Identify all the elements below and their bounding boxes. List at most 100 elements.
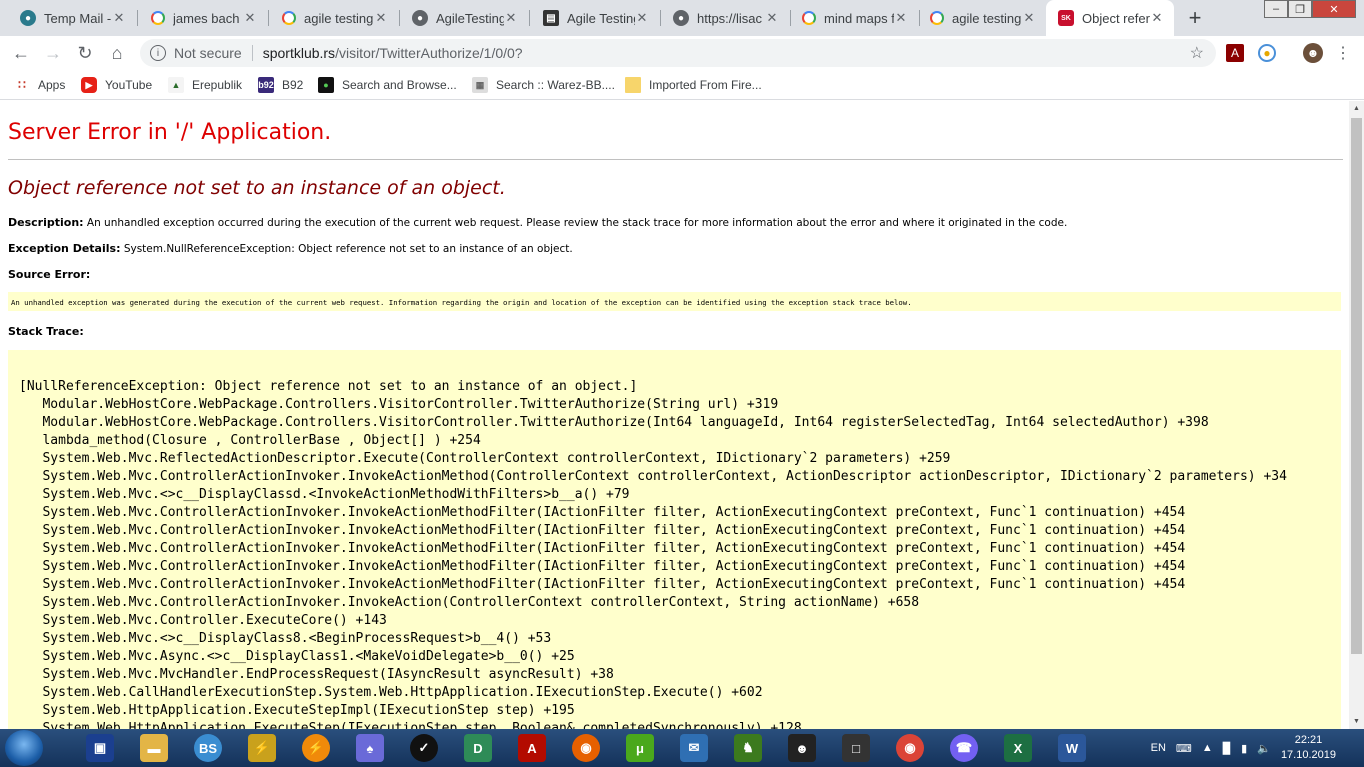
bookmark-youtube[interactable]: ▶ YouTube [81,76,152,94]
extension-icon[interactable]: ● [1258,44,1276,62]
chess-icon[interactable]: ♞ [729,732,767,764]
bookmark-b92[interactable]: b92 B92 [258,76,303,94]
tab-separator [529,10,530,26]
tab-close-icon[interactable]: ✕ [112,10,126,26]
address-bar[interactable]: i Not secure sportklub.rs/visitor/Twitte… [140,39,1216,67]
bookmark-label: Imported From Fire... [649,78,762,92]
stack-trace-line: System.Web.HttpApplication.ExecuteStep(I… [19,721,802,729]
utorrent-icon[interactable]: μ [621,732,659,764]
source-error-box: An unhandled exception was generated dur… [8,292,1341,311]
tab-close-icon[interactable]: ✕ [374,10,388,26]
bookmark-warez[interactable]: ▦ Search :: Warez-BB.... [472,76,615,94]
google-icon [282,11,296,25]
b92-icon: b92 [258,77,274,93]
page-viewport: Server Error in '/' Application. Object … [0,101,1349,729]
tab-close-icon[interactable]: ✕ [765,10,779,26]
pen-icon[interactable]: ✓ [405,732,443,764]
minimize-button[interactable]: – [1264,0,1288,18]
tab-close-icon[interactable]: ✕ [243,10,257,26]
youtube-icon: ▶ [81,77,97,93]
browser-tab[interactable]: ● Temp Mail - ✕ [8,4,136,32]
firefox-icon[interactable]: ◉ [567,732,605,764]
reload-icon[interactable]: ↻ [72,40,98,66]
viber-icon[interactable]: ☎ [945,732,983,764]
word-icon[interactable]: W [1053,732,1091,764]
back-arrow-icon[interactable]: ← [8,40,34,66]
stack-trace-line: System.Web.Mvc.ControllerActionInvoker.I… [19,505,1186,520]
d-icon[interactable]: D [459,732,497,764]
scroll-thumb[interactable] [1351,118,1362,654]
volume-icon[interactable]: 🔈 [1257,742,1271,755]
adobe-icon[interactable]: A [513,732,551,764]
clock[interactable]: 22:21 17.10.2019 [1281,733,1336,763]
tab-close-icon[interactable]: ✕ [635,10,649,26]
tab-title: AgileTesting [436,10,504,26]
tab-title: Temp Mail - [44,10,112,26]
browser-tab[interactable]: agile testing ✕ [918,4,1046,32]
bookmark-apps[interactable]: ∷ Apps [14,76,65,94]
tray-expand-icon[interactable]: ▲ [1202,742,1213,754]
flash-icon[interactable]: ⚡ [297,732,335,764]
bookmarks-bar: ∷ Apps ▶ YouTube ▲ Erepublik b92 B92 ● S… [0,70,1364,100]
tab-close-icon[interactable]: ✕ [1022,10,1036,26]
profile-avatar[interactable]: ☻ [1303,43,1323,63]
keyboard-icon[interactable]: ⌨ [1176,742,1192,755]
firefox-icon-glyph: ◉ [572,734,600,762]
excel-icon[interactable]: X [999,732,1037,764]
browser-tab[interactable]: ▤ Agile Testing ✕ [531,4,659,32]
bookmark-label: Erepublik [192,78,243,92]
browser-tab[interactable]: ● AgileTesting ✕ [400,4,528,32]
battery-icon[interactable]: ▮ [1241,742,1247,755]
save-icon[interactable]: ▣ [81,732,119,764]
language-indicator[interactable]: EN [1151,742,1166,754]
stack-trace-line: System.Web.Mvc.Async.<>c__DisplayClass1.… [19,649,575,664]
mask-icon[interactable]: ☻ [783,732,821,764]
close-window-button[interactable]: ✕ [1312,0,1356,18]
info-icon[interactable]: i [150,45,166,61]
google-icon [802,11,816,25]
vertical-scrollbar[interactable]: ▲ ▼ [1349,101,1364,729]
scroll-down-arrow-icon[interactable]: ▼ [1349,714,1364,729]
menu-kebab-icon[interactable]: ⋮ [1334,44,1352,62]
bs-icon-glyph: BS [194,734,222,762]
d-icon-glyph: D [464,734,492,762]
mask-icon-glyph: ☻ [788,734,816,762]
winamp-icon[interactable]: ⚡ [243,732,281,764]
browser-tab[interactable]: SK Object refere ✕ [1046,0,1174,36]
browser-toolbar: ← → ↻ ⌂ i Not secure sportklub.rs/visito… [0,36,1364,70]
browser-tab[interactable]: agile testing ✕ [270,4,398,32]
stack-trace-box: [NullReferenceException: Object referenc… [8,350,1341,729]
viber-icon-glyph: ☎ [950,734,978,762]
bs-icon[interactable]: BS [189,732,227,764]
bookmark-star-icon[interactable]: ☆ [1190,43,1204,63]
bookmark-search-browse[interactable]: ● Search and Browse... [318,76,457,94]
scroll-up-arrow-icon[interactable]: ▲ [1349,101,1364,116]
browser-tab[interactable]: james bach ✕ [139,4,267,32]
maximize-button[interactable]: ❐ [1288,0,1312,18]
chrome-icon[interactable]: ◉ [891,732,929,764]
browser-tab[interactable]: mind maps f ✕ [790,4,918,32]
tab-close-icon[interactable]: ✕ [894,10,908,26]
security-label: Not secure [174,45,242,61]
box-icon[interactable]: □ [837,732,875,764]
tab-close-icon[interactable]: ✕ [504,10,518,26]
home-icon[interactable]: ⌂ [104,40,130,66]
bookmark-imported-folder[interactable]: Imported From Fire... [625,76,762,94]
start-button[interactable] [5,730,43,766]
adobe-icon-glyph: A [518,734,546,762]
word-icon-glyph: W [1058,734,1086,762]
folder-icon[interactable]: ▬ [135,732,173,764]
tab-title: Agile Testing [567,10,635,26]
google-icon [930,11,944,25]
mail-icon[interactable]: ✉ [675,732,713,764]
new-tab-button[interactable]: + [1181,5,1209,31]
tab-close-icon[interactable]: ✕ [1150,10,1164,26]
pdf-extension-icon[interactable]: A [1226,44,1244,62]
winamp-icon-glyph: ⚡ [248,734,276,762]
signal-icon[interactable]: ▉ [1223,742,1231,755]
forward-arrow-icon[interactable]: → [40,40,66,66]
bookmark-erepublik[interactable]: ▲ Erepublik [168,76,242,94]
game-icon[interactable]: ♠ [351,732,389,764]
browser-tab[interactable]: ● https://lisac ✕ [661,4,789,32]
erepublik-icon: ▲ [168,77,184,93]
